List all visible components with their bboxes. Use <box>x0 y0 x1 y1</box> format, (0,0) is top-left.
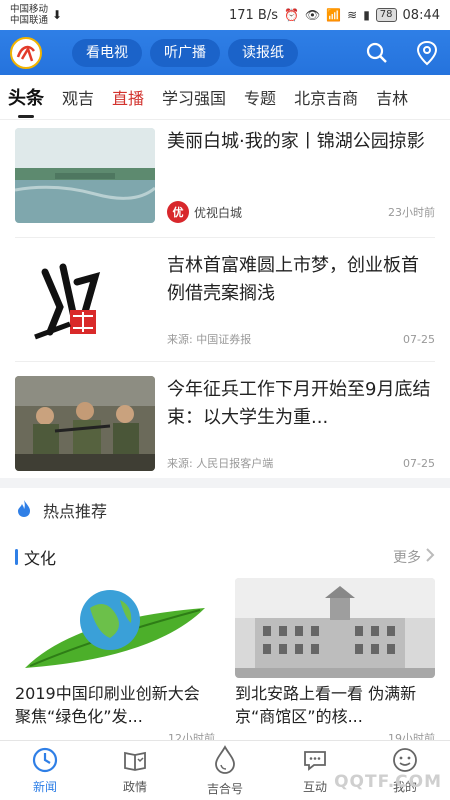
culture-title: 文化 <box>24 549 57 568</box>
read-newspaper-button[interactable]: 读报纸 <box>228 38 298 67</box>
watermark: QQTF.COM <box>334 772 442 792</box>
book-icon <box>122 747 148 776</box>
alarm-icon: ⏰ <box>283 8 299 22</box>
culture-cards: 2019中国印刷业创新大会聚焦“绿色化”发... 12小时前 到北安路上看一看 … <box>15 578 435 746</box>
culture-card[interactable]: 2019中国印刷业创新大会聚焦“绿色化”发... 12小时前 <box>15 578 215 746</box>
article-thumbnail <box>15 252 155 347</box>
article-source: 来源: 中国证券报 <box>167 333 252 346</box>
wifi-icon: ≋ <box>347 8 358 22</box>
divider <box>15 361 435 362</box>
signal-4g-icon: ▮ <box>363 8 370 22</box>
app-bar: 看电视 听广播 读报纸 <box>0 30 450 75</box>
card-image <box>15 578 215 678</box>
tab-beijing-jishang[interactable]: 北京吉商 <box>294 85 358 109</box>
nav-news-label: 新闻 <box>32 779 57 794</box>
culture-section-header: 文化 更多 <box>15 545 435 569</box>
nav-jihehao-label: 吉合号 <box>206 781 243 796</box>
divider <box>15 237 435 238</box>
listen-radio-button[interactable]: 听广播 <box>150 38 220 67</box>
watch-tv-button[interactable]: 看电视 <box>72 38 142 67</box>
tab-topics[interactable]: 专题 <box>244 85 276 109</box>
article-thumbnail <box>15 128 155 223</box>
location-pin-icon[interactable] <box>414 40 440 66</box>
carrier-1: 中国移动 <box>10 4 49 15</box>
status-bar: 中国移动 中国联通 ⬇ 171 B/s ⏰ 👁 📶 ≋ ▮ 78 08:44 <box>0 0 450 30</box>
battery-indicator: 78 <box>375 8 397 22</box>
card-title: 到北安路上看一看 伪满新京“商馆区”的核... <box>235 684 417 726</box>
tab-jilin[interactable]: 吉林 <box>376 85 408 109</box>
net-speed: 171 B/s <box>228 7 278 23</box>
nav-politics[interactable]: 政情 <box>105 747 165 795</box>
section-separator <box>0 478 450 488</box>
source-logo: 优 <box>167 201 189 223</box>
article-thumbnail <box>15 376 155 471</box>
drop-icon <box>212 744 238 778</box>
card-image <box>235 578 435 678</box>
nav-interact-label: 互动 <box>302 779 327 794</box>
nav-jihehao[interactable]: 吉合号 <box>195 744 255 797</box>
more-button[interactable]: 更多 <box>393 547 435 567</box>
signal-icon: 📶 <box>326 8 342 22</box>
tab-live[interactable]: 直播 <box>112 85 144 109</box>
article-source: 优视白城 <box>194 205 243 220</box>
hot-recommend-label: 热点推荐 <box>43 502 108 521</box>
nav-politics-label: 政情 <box>122 779 147 794</box>
nav-news[interactable]: 新闻 <box>15 747 75 795</box>
clock-time: 08:44 <box>402 7 440 23</box>
hot-recommend-header[interactable]: 热点推荐 <box>15 498 107 522</box>
list-item[interactable]: 美丽白城·我的家丨锦湖公园掠影 优 优视白城 23小时前 <box>0 128 450 223</box>
article-title: 吉林首富难圆上市梦，创业板首例借壳案搁浅 <box>167 255 419 304</box>
article-time: 07-25 <box>403 332 435 346</box>
article-title: 美丽白城·我的家丨锦湖公园掠影 <box>167 131 425 152</box>
chevron-right-icon <box>425 548 435 566</box>
article-title: 今年征兵工作下月开始至9月底结束：以大学生为重... <box>167 379 431 428</box>
chat-icon <box>302 747 328 776</box>
channel-tabs: 头条 观吉 直播 学习强国 专题 北京吉商 吉林 <box>0 75 450 120</box>
tab-headlines[interactable]: 头条 <box>8 84 44 118</box>
card-title: 2019中国印刷业创新大会聚焦“绿色化”发... <box>15 684 200 726</box>
eye-icon: 👁 <box>304 8 321 22</box>
carrier-2: 中国联通 <box>10 15 49 26</box>
article-list: 美丽白城·我的家丨锦湖公园掠影 优 优视白城 23小时前 吉林首富难圆上市梦，创… <box>0 128 450 471</box>
flame-icon <box>15 498 33 522</box>
tab-guanji[interactable]: 观吉 <box>62 85 94 109</box>
clock-icon <box>32 747 58 776</box>
article-time: 07-25 <box>403 456 435 470</box>
search-icon[interactable] <box>364 40 390 66</box>
download-icon: ⬇ <box>52 8 63 22</box>
more-label: 更多 <box>393 550 421 566</box>
carrier-info: 中国移动 中国联通 ⬇ <box>10 4 62 26</box>
article-time: 23小时前 <box>388 206 435 219</box>
list-item[interactable]: 今年征兵工作下月开始至9月底结束：以大学生为重... 来源: 人民日报客户端 0… <box>0 376 450 471</box>
tab-xuexi[interactable]: 学习强国 <box>162 85 226 109</box>
app-logo[interactable] <box>10 36 42 69</box>
list-item[interactable]: 吉林首富难圆上市梦，创业板首例借壳案搁浅 来源: 中国证券报 07-25 <box>0 252 450 347</box>
section-marker <box>15 549 18 565</box>
culture-card[interactable]: 到北安路上看一看 伪满新京“商馆区”的核... 19小时前 <box>235 578 435 746</box>
article-source: 来源: 人民日报客户端 <box>167 457 274 470</box>
